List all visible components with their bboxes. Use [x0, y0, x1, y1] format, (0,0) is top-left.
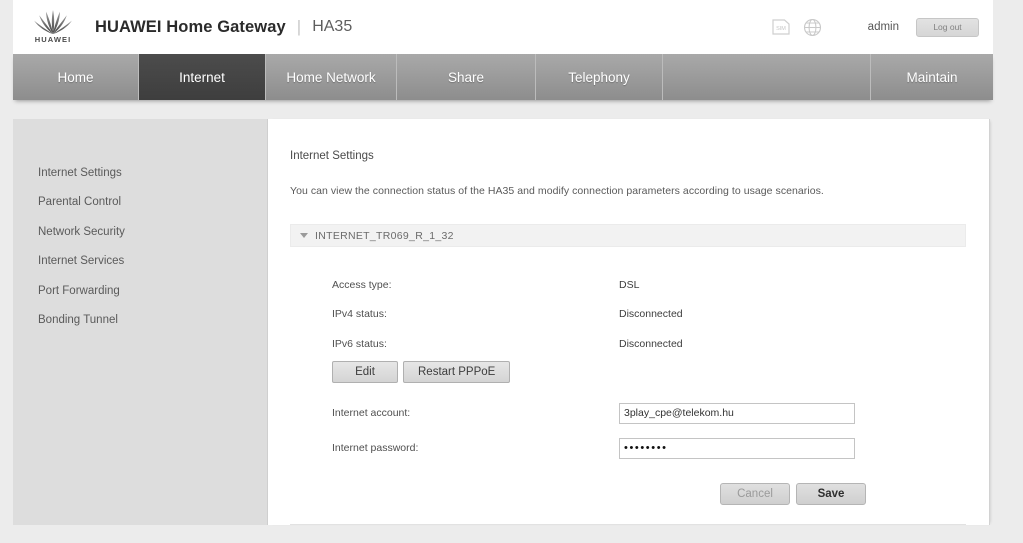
sidebar-item-internet-settings[interactable]: Internet Settings — [13, 158, 267, 188]
internet-account-label: Internet account: — [332, 407, 411, 419]
status-label: IPv4 status: — [332, 308, 387, 321]
huawei-flower-icon — [34, 10, 72, 34]
restart-pppoe-button[interactable]: Restart PPPoE — [403, 360, 511, 383]
main-navigation: Home Internet Home Network Share Telephony Ma… — [13, 54, 993, 100]
tab-share[interactable]: Share — [397, 54, 536, 100]
huawei-wordmark: HUAWEI — [34, 35, 72, 44]
connection-action-buttons: Edit Restart PPPoE — [332, 360, 965, 383]
status-label: IPv6 status: — [332, 337, 387, 350]
huawei-logo: HUAWEI — [30, 7, 76, 47]
tab-maintain[interactable]: Maintain — [871, 54, 993, 100]
connection-section-header[interactable]: INTERNET_TR069_R_1_32 — [290, 224, 966, 247]
sim-card-icon[interactable]: SIM — [772, 19, 790, 35]
edit-button[interactable]: Edit — [332, 360, 398, 383]
status-row: Access type: DSL — [332, 270, 965, 300]
sidebar: Internet Settings Parental Control Network… — [13, 119, 268, 525]
globe-icon[interactable] — [803, 18, 822, 37]
device-model: HA35 — [312, 18, 353, 35]
connection-form: Access type: DSL IPv4 status: Disconnected I… — [290, 270, 965, 505]
chevron-down-icon[interactable] — [300, 233, 308, 238]
tab-internet[interactable]: Internet — [139, 54, 266, 100]
internet-password-input[interactable] — [619, 437, 855, 459]
status-value: DSL — [619, 278, 640, 291]
sidebar-item-port-forwarding[interactable]: Port Forwarding — [13, 276, 267, 306]
current-user-label: admin — [867, 21, 899, 33]
form-actions: Cancel Save — [332, 482, 866, 505]
app-header: HUAWEI HUAWEI Home Gateway | HA35 SIM ad… — [13, 0, 993, 54]
content-panel: Internet Settings You can view the conne… — [268, 119, 990, 525]
title-separator: | — [296, 17, 302, 36]
logout-button[interactable]: Log out — [916, 17, 979, 37]
brand: HUAWEI HUAWEI Home Gateway | HA35 — [13, 7, 352, 47]
tab-telephony[interactable]: Telephony — [536, 54, 663, 100]
tab-home[interactable]: Home — [13, 54, 139, 100]
status-value: Disconnected — [619, 337, 683, 350]
sidebar-item-parental-control[interactable]: Parental Control — [13, 188, 267, 218]
internet-password-label: Internet password: — [332, 442, 419, 454]
cancel-button[interactable]: Cancel — [720, 482, 790, 505]
sidebar-menu: Internet Settings Parental Control Network… — [13, 119, 267, 335]
save-button[interactable]: Save — [796, 482, 866, 505]
svg-text:SIM: SIM — [776, 26, 786, 32]
internet-account-row: Internet account: — [332, 402, 965, 424]
internet-account-input[interactable] — [619, 402, 855, 424]
connection-name: INTERNET_TR069_R_1_32 — [315, 229, 454, 242]
sidebar-item-bonding-tunnel[interactable]: Bonding Tunnel — [13, 306, 267, 336]
status-label: Access type: — [332, 278, 392, 291]
sidebar-item-network-security[interactable]: Network Security — [13, 217, 267, 247]
sidebar-item-internet-services[interactable]: Internet Services — [13, 247, 267, 277]
header-right: SIM admin Log out — [772, 17, 993, 37]
app-title: HUAWEI Home Gateway — [95, 17, 286, 36]
status-row: IPv6 status: Disconnected — [332, 329, 965, 359]
internet-password-row: Internet password: — [332, 437, 965, 459]
tab-empty — [663, 54, 871, 100]
status-row: IPv4 status: Disconnected — [332, 300, 965, 330]
status-value: Disconnected — [619, 308, 683, 321]
page-title: Internet Settings — [290, 150, 374, 162]
page-description: You can view the connection status of th… — [290, 185, 824, 197]
tab-home-network[interactable]: Home Network — [266, 54, 397, 100]
content-bottom-divider — [290, 524, 966, 525]
